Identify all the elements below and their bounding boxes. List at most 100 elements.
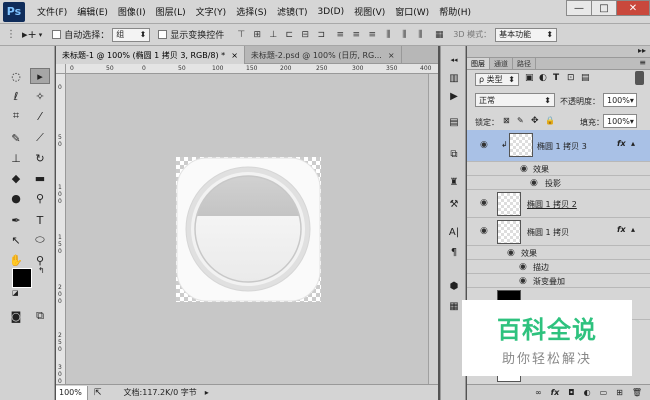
eye-icon[interactable]: ◉ [480,226,488,236]
collapse-arrows-icon[interactable]: ◂◂ [444,52,464,68]
align-top-icon[interactable]: ⊤ [236,30,246,40]
layer-name[interactable]: 椭圆 1 拷贝 3 [537,141,587,152]
quick-mask-icon[interactable]: ◙ [6,308,26,324]
fx-icon[interactable]: fx [617,225,626,234]
effects-row[interactable]: ◉ 效果 [467,162,650,176]
menu-help[interactable]: 帮助(H) [439,5,471,18]
align-bottom-icon[interactable]: ⊥ [268,30,278,40]
align-vcenter-icon[interactable]: ⊞ [252,30,262,40]
tab-document-2[interactable]: 未标题-2.psd @ 100% (日历, RG... × [245,46,402,64]
eye-icon[interactable]: ◉ [480,198,488,208]
dodge-tool-icon[interactable]: ⚲ [30,190,50,206]
filter-type-icon[interactable]: T [553,73,559,83]
filter-pixel-icon[interactable]: ▣ [525,73,534,83]
swap-colors-icon[interactable]: ↰ [38,266,45,275]
layer-name[interactable]: 椭圆 1 拷贝 2 [527,199,577,210]
fill-input[interactable]: 100% ▾ [603,114,637,128]
move-tool-preset-icon[interactable]: ▸+ [22,28,37,41]
chevron-down-icon[interactable]: ▾ [39,31,43,39]
distribute-right-icon[interactable]: ⫼ [415,30,425,40]
eyedropper-tool-icon[interactable]: ⁄ [30,108,50,124]
character-panel-icon[interactable]: A| [444,224,464,240]
layer-comps-icon[interactable]: ▦ [444,298,464,314]
align-left-icon[interactable]: ⊏ [284,30,294,40]
marquee-tool-icon[interactable]: ◌ [6,68,26,84]
panel-menu-icon[interactable]: ≡ [639,58,646,69]
auto-align-icon[interactable]: ▦ [434,30,444,40]
effect-row-drop-shadow[interactable]: ◉ 投影 [467,176,650,190]
menu-image[interactable]: 图像(I) [118,5,146,18]
lock-transparent-icon[interactable]: ⊠ [503,116,510,125]
eye-icon[interactable]: ◉ [530,178,538,188]
menu-edit[interactable]: 编辑(E) [77,5,108,18]
ellipse-tool-icon[interactable]: ⬭ [30,232,50,248]
chevron-down-icon[interactable]: ▴ [631,225,635,234]
tab-layers[interactable]: 图层 [467,58,490,69]
collapse-arrows-icon[interactable]: ▸▸ [638,46,646,55]
actions-panel-icon[interactable]: ▶ [444,88,464,104]
hand-tool-icon[interactable]: ✋ [6,252,26,268]
blur-tool-icon[interactable]: ● [6,190,26,206]
layer-filter-dropdown[interactable]: ρ 类型 ⬍ [475,73,519,86]
blend-mode-dropdown[interactable]: 正常 ⬍ [475,93,555,107]
filter-toggle[interactable] [635,71,644,85]
gradient-tool-icon[interactable]: ▬ [30,170,50,186]
new-group-icon[interactable]: ▭ [600,388,608,397]
layer-row-ellipse-copy-3[interactable]: ◉ ↲ 椭圆 1 拷贝 3 fx ▴ [467,130,650,162]
distribute-hcenter-icon[interactable]: ⫼ [399,30,409,40]
tab-document-1[interactable]: 未标题-1 @ 100% (椭圆 1 拷贝 3, RGB/8) * × [56,46,245,64]
filter-shape-icon[interactable]: ⊡ [567,73,575,83]
filter-adjustment-icon[interactable]: ◐ [539,73,547,83]
maximize-button[interactable]: □ [591,0,617,16]
menu-layer[interactable]: 图层(L) [156,5,186,18]
tab-paths[interactable]: 路径 [513,58,536,69]
status-menu-arrow-icon[interactable]: ▸ [205,388,209,397]
distribute-left-icon[interactable]: ⫼ [383,30,393,40]
minimize-button[interactable]: — [566,0,592,16]
lock-position-icon[interactable]: ✥ [531,116,539,126]
align-right-icon[interactable]: ⊐ [316,30,326,40]
auto-select-checkbox[interactable] [52,30,62,39]
zoom-field[interactable]: 100% [56,385,88,400]
brush-panel-icon[interactable]: ♜ [444,174,464,190]
menu-filter[interactable]: 滤镜(T) [277,5,308,18]
tab-close-icon[interactable]: × [388,51,395,60]
workspace-dropdown[interactable]: 基本功能 ⬍ [495,27,558,42]
eye-icon[interactable]: ◉ [480,140,488,150]
3d-panel-icon[interactable]: ⬢ [444,278,464,294]
default-colors-icon[interactable]: ◪ [12,289,19,297]
distribute-top-icon[interactable]: ≡ [335,30,345,40]
history-panel-icon[interactable]: ▥ [444,70,464,86]
menu-file[interactable]: 文件(F) [37,5,67,18]
eye-icon[interactable]: ◉ [519,262,527,272]
clone-source-panel-icon[interactable]: ⧉ [444,146,464,162]
tab-close-icon[interactable]: × [231,51,238,60]
path-selection-tool-icon[interactable]: ↖ [6,232,26,248]
layer-name[interactable]: 椭圆 1 拷贝 [527,227,569,238]
effect-row-stroke[interactable]: ◉ 描边 [467,260,650,274]
clone-stamp-tool-icon[interactable]: ⊥ [6,150,26,166]
lasso-tool-icon[interactable]: ℓ [6,88,26,104]
tool-presets-icon[interactable]: ⚒ [444,196,464,212]
delete-layer-icon[interactable]: 🗑 [632,388,642,397]
eraser-tool-icon[interactable]: ◆ [6,170,26,186]
menu-type[interactable]: 文字(Y) [196,5,227,18]
eye-icon[interactable]: ◉ [520,164,528,174]
crop-tool-icon[interactable]: ⌗ [6,108,26,124]
share-icon[interactable]: ⇱ [94,388,102,398]
align-hcenter-icon[interactable]: ⊟ [300,30,310,40]
healing-brush-tool-icon[interactable]: ✎ [6,130,26,146]
close-button[interactable]: ✕ [616,0,650,16]
filter-smart-object-icon[interactable]: ▤ [581,73,590,83]
properties-panel-icon[interactable]: ▤ [444,114,464,130]
move-tool-icon[interactable]: ▸ [30,68,50,84]
screen-mode-icon[interactable]: ⧉ [30,308,50,324]
layer-row-ellipse-copy-2[interactable]: ◉ 椭圆 1 拷贝 2 [467,190,650,218]
menu-3d[interactable]: 3D(D) [317,7,344,17]
brush-tool-icon[interactable]: ⟋ [30,130,50,146]
distribute-vcenter-icon[interactable]: ≡ [351,30,361,40]
auto-select-dropdown[interactable]: 组 ⬍ [112,27,151,42]
link-layers-icon[interactable]: ∞ [535,388,542,397]
magic-wand-tool-icon[interactable]: ✧ [30,88,50,104]
lock-all-icon[interactable]: 🔒 [545,116,555,125]
